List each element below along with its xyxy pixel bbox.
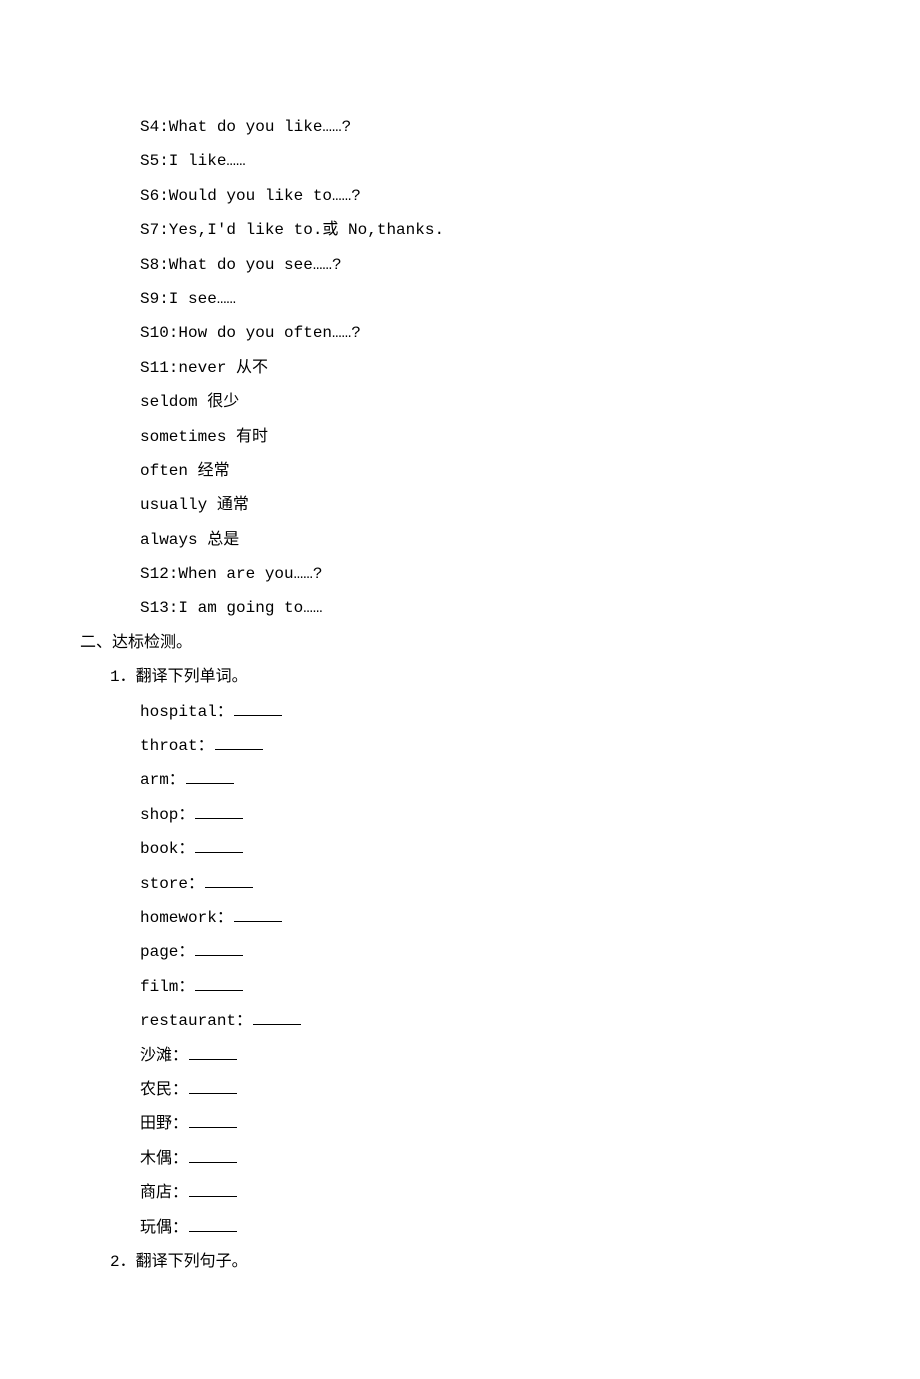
dialogue-line: sometimes 有时 <box>80 420 840 454</box>
dialogue-line: S12:When are you……? <box>80 557 840 591</box>
dialogue-line: S6:Would you like to……? <box>80 179 840 213</box>
vocab-item: 沙滩： <box>80 1039 840 1073</box>
vocab-item: 玩偶： <box>80 1211 840 1245</box>
blank-line <box>205 872 253 887</box>
vocab-item: restaurant： <box>80 1004 840 1038</box>
dialogue-line: often 经常 <box>80 454 840 488</box>
blank-line <box>189 1182 237 1197</box>
dialogue-line: S7:Yes,I'd like to.或 No,thanks. <box>80 213 840 247</box>
vocab-label: store： <box>140 875 204 893</box>
blank-line <box>195 941 243 956</box>
dialogue-line: seldom 很少 <box>80 385 840 419</box>
vocab-item: 农民： <box>80 1073 840 1107</box>
blank-line <box>189 1147 237 1162</box>
vocab-label: 田野： <box>140 1115 188 1133</box>
dialogue-line: S9:I see…… <box>80 282 840 316</box>
question-title: 1．翻译下列单词。 <box>80 660 840 694</box>
dialogue-line: S13:I am going to…… <box>80 591 840 625</box>
blank-line <box>189 1113 237 1128</box>
dialogue-line: S11:never 从不 <box>80 351 840 385</box>
vocab-label: 沙滩： <box>140 1047 188 1065</box>
blank-line <box>189 1044 237 1059</box>
vocab-label: page： <box>140 943 194 961</box>
blank-line <box>195 803 243 818</box>
vocab-label: restaurant： <box>140 1012 252 1030</box>
blank-line <box>195 838 243 853</box>
blank-line <box>189 1216 237 1231</box>
vocab-item: store： <box>80 867 840 901</box>
section-heading: 二、达标检测。 <box>80 626 840 660</box>
dialogue-line: S8:What do you see……? <box>80 248 840 282</box>
vocab-label: hospital： <box>140 703 233 721</box>
blank-line <box>234 700 282 715</box>
vocab-label: book： <box>140 840 194 858</box>
blank-line <box>234 907 282 922</box>
vocab-item: 木偶： <box>80 1142 840 1176</box>
vocab-label: 木偶： <box>140 1150 188 1168</box>
dialogue-line: S10:How do you often……? <box>80 316 840 350</box>
dialogue-line: S5:I like…… <box>80 144 840 178</box>
vocab-item: homework： <box>80 901 840 935</box>
vocab-label: homework： <box>140 909 233 927</box>
vocab-item: shop： <box>80 798 840 832</box>
blank-line <box>215 735 263 750</box>
vocab-item: throat： <box>80 729 840 763</box>
vocab-label: arm： <box>140 771 185 789</box>
vocab-item: hospital： <box>80 695 840 729</box>
dialogue-line: always 总是 <box>80 523 840 557</box>
dialogue-line: usually 通常 <box>80 488 840 522</box>
vocab-label: film： <box>140 978 194 996</box>
page-content: S4:What do you like……? S5:I like…… S6:Wo… <box>80 110 840 1279</box>
dialogue-line: S4:What do you like……? <box>80 110 840 144</box>
blank-line <box>186 769 234 784</box>
vocab-label: 农民： <box>140 1081 188 1099</box>
vocab-label: 商店： <box>140 1184 188 1202</box>
vocab-label: shop： <box>140 806 194 824</box>
vocab-item: book： <box>80 832 840 866</box>
vocab-label: 玩偶： <box>140 1219 188 1237</box>
blank-line <box>195 975 243 990</box>
vocab-item: arm： <box>80 763 840 797</box>
question-title: 2．翻译下列句子。 <box>80 1245 840 1279</box>
vocab-item: page： <box>80 935 840 969</box>
vocab-label: throat： <box>140 737 214 755</box>
vocab-item: 田野： <box>80 1107 840 1141</box>
blank-line <box>253 1010 301 1025</box>
vocab-item: 商店： <box>80 1176 840 1210</box>
vocab-item: film： <box>80 970 840 1004</box>
blank-line <box>189 1079 237 1094</box>
